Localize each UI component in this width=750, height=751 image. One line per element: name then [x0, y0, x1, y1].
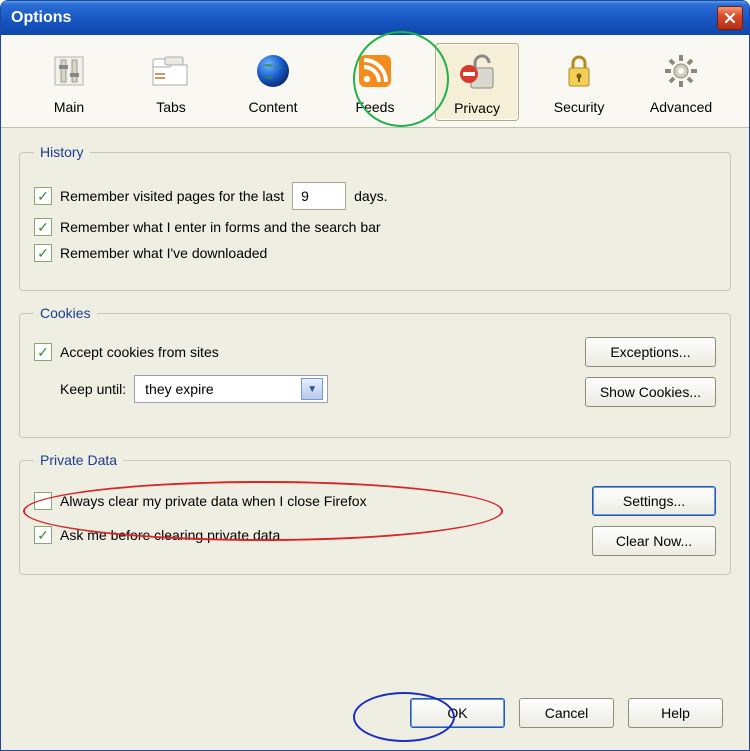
tab-feeds[interactable]: Feeds: [333, 43, 417, 121]
tab-feeds-label: Feeds: [356, 99, 395, 115]
ask-before-clear-checkbox[interactable]: ✓: [34, 526, 52, 544]
history-days-input[interactable]: [292, 182, 346, 210]
rss-icon: [357, 53, 393, 89]
ok-button[interactable]: OK: [410, 698, 505, 728]
remember-visited-checkbox[interactable]: ✓: [34, 187, 52, 205]
titlebar: Options: [1, 1, 749, 35]
tab-advanced[interactable]: Advanced: [639, 43, 723, 121]
cookies-group: Cookies Exceptions... Show Cookies... ✓ …: [19, 305, 731, 438]
window-title: Options: [11, 9, 717, 27]
exceptions-button[interactable]: Exceptions...: [585, 337, 716, 367]
tab-content-label: Content: [248, 99, 297, 115]
help-button[interactable]: Help: [628, 698, 723, 728]
settings-button[interactable]: Settings...: [592, 486, 716, 516]
cancel-button[interactable]: Cancel: [519, 698, 614, 728]
remember-visited-label-prefix: Remember visited pages for the last: [60, 188, 284, 204]
history-legend: History: [34, 144, 90, 160]
tab-security[interactable]: Security: [537, 43, 621, 121]
unlock-privacy-icon: [455, 52, 499, 92]
accept-cookies-label: Accept cookies from sites: [60, 344, 219, 360]
tab-advanced-label: Advanced: [650, 99, 712, 115]
close-button[interactable]: [717, 6, 743, 30]
tabs-icon: [151, 55, 191, 87]
cookies-legend: Cookies: [34, 305, 97, 321]
keep-until-select[interactable]: they expire ▼: [134, 375, 328, 403]
remember-forms-label: Remember what I enter in forms and the s…: [60, 219, 381, 235]
keep-until-value: they expire: [145, 381, 301, 397]
remember-downloads-label: Remember what I've downloaded: [60, 245, 267, 261]
remember-visited-label-suffix: days.: [354, 188, 387, 204]
remember-forms-checkbox[interactable]: ✓: [34, 218, 52, 236]
tab-content[interactable]: Content: [231, 43, 315, 121]
remember-downloads-checkbox[interactable]: ✓: [34, 244, 52, 262]
tab-tabs[interactable]: Tabs: [129, 43, 213, 121]
tab-main-label: Main: [54, 99, 84, 115]
show-cookies-button[interactable]: Show Cookies...: [585, 377, 716, 407]
clear-now-button[interactable]: Clear Now...: [592, 526, 716, 556]
tab-privacy-label: Privacy: [454, 100, 500, 116]
lock-icon: [561, 52, 597, 90]
tab-privacy[interactable]: Privacy: [435, 43, 519, 121]
tab-main[interactable]: Main: [27, 43, 111, 121]
chevron-down-icon: ▼: [301, 378, 323, 400]
options-dialog: Options Main Tabs Content Feeds Privacy …: [0, 0, 750, 751]
keep-until-label: Keep until:: [60, 381, 126, 397]
history-group: History ✓ Remember visited pages for the…: [19, 144, 731, 291]
dialog-button-bar: OK Cancel Help: [1, 678, 749, 750]
ask-before-clear-label: Ask me before clearing private data: [60, 527, 280, 543]
category-toolbar: Main Tabs Content Feeds Privacy Security…: [1, 35, 749, 128]
slider-icon: [51, 53, 87, 89]
always-clear-label: Always clear my private data when I clos…: [60, 493, 367, 509]
tab-tabs-label: Tabs: [156, 99, 186, 115]
private-data-group: Private Data Settings... Clear Now... ✓ …: [19, 452, 731, 575]
close-icon: [724, 12, 736, 24]
tab-security-label: Security: [554, 99, 605, 115]
private-data-legend: Private Data: [34, 452, 123, 468]
gear-icon: [662, 52, 700, 90]
always-clear-checkbox[interactable]: ✓: [34, 492, 52, 510]
accept-cookies-checkbox[interactable]: ✓: [34, 343, 52, 361]
globe-icon: [254, 52, 292, 90]
panel-privacy: History ✓ Remember visited pages for the…: [1, 128, 749, 678]
